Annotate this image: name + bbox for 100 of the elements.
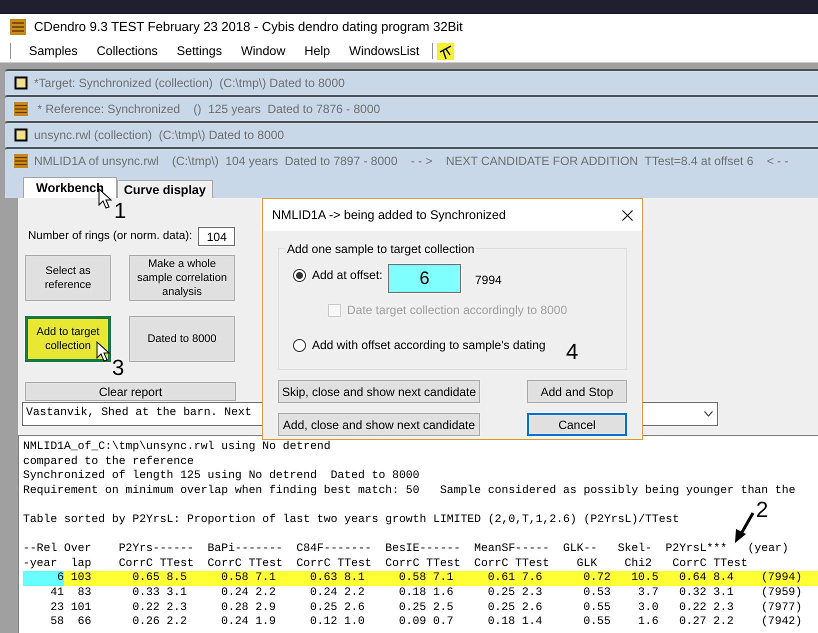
table-header: --Rel Over P2Yrs------ BaPi------- C84F------- BesIE------ MeanSF----- GLK-- Skel- P2YrsL*** (year): [23, 542, 790, 557]
table-cell-text: 83: [76, 586, 92, 601]
table-header: -year lap CorrC TTest CorrC TTest CorrC TTest CorrC TTest CorrC TTest GLK Chi2 CorrC TTest: [23, 556, 749, 572]
radio-label: Add at offset:: [312, 267, 382, 284]
table-cell-text: 0.24: [220, 615, 249, 630]
table-cell-text: 0.24: [220, 586, 249, 601]
table-cell-text: 2.2: [712, 615, 734, 630]
table-cell-text: 2.6: [343, 600, 365, 616]
table-cell-text: 0.33: [131, 586, 160, 601]
table-cell-text: 0.09: [398, 615, 426, 630]
table-cell-text: 0.25: [486, 586, 516, 601]
table-cell-text: 0.24: [309, 586, 338, 601]
table-cell-text: 0.61: [486, 571, 516, 586]
child-window-title: *Target: Synchronized (collection) (C:\tmp\) Dated to 8000: [34, 75, 345, 92]
table-cell-text: 7.1: [254, 571, 276, 586]
table-cell-text: 0.7: [432, 615, 454, 630]
table-cell-text: 2.5: [432, 600, 454, 616]
menu-item[interactable]: Samples: [23, 42, 84, 60]
table-cell-text: 0.12: [309, 615, 338, 630]
table-cell-text: (7942): [760, 615, 802, 630]
table-cell-text: 3.1: [712, 586, 734, 601]
annotation-number: 2: [756, 498, 768, 522]
table-cell-text: 0.18: [398, 586, 426, 601]
table-cell-text: 1.4: [520, 615, 542, 630]
table-cell-text: 1.9: [254, 615, 276, 630]
child-window-title: unsync.rwl (collection) (C:\tmp\) Dated to 8000: [34, 127, 284, 144]
annotation-number: 1: [114, 199, 126, 223]
clear-report-button[interactable]: Clear report: [25, 382, 236, 401]
table-row[interactable]: 23 101 0.22 2.3 0.28 2.9 0.25 2.6 0.25 2.5 0.25 2.6 0.55 3.0 0.22 2.3 (7977): [23, 600, 818, 616]
table-cell-text: 0.27: [678, 615, 706, 630]
dialog-button[interactable]: Add, close and show next candidate: [278, 413, 480, 436]
table-cell-text: 8.5: [165, 571, 187, 586]
table-cell-text: 0.28: [220, 600, 249, 616]
year-label: 7994: [475, 272, 502, 289]
table-cell-text: 8.4: [712, 571, 734, 586]
menu-item[interactable]: Window: [234, 42, 292, 60]
report-line: NMLID1A_of_C:\tmp\unsync.rwl using No detrend: [23, 440, 332, 455]
table-cell-text: 2.6: [520, 600, 542, 616]
table-cell-text: 66: [76, 615, 92, 630]
rings-field[interactable]: 104: [198, 227, 236, 246]
table-cell-text: 2.2: [254, 586, 276, 601]
annotation-number: 3: [112, 356, 124, 380]
collection-icon: [14, 128, 28, 142]
table-row[interactable]: 6 103 0.65 8.5 0.58 7.1 0.63 8.1 0.58 7.1 0.61 7.6 0.72 10.5 0.64 8.4 (7994): [23, 571, 818, 586]
table-cell-text: 0.53: [582, 586, 611, 601]
radio-button[interactable]: [293, 268, 306, 282]
table-cell: 6: [23, 571, 64, 586]
table-cell-text: 3.1: [165, 586, 187, 601]
table-cell-text: 2.2: [343, 586, 365, 601]
offset-field[interactable]: 6: [388, 264, 461, 293]
table-cell-text: 7.1: [432, 571, 454, 586]
radio-button[interactable]: [293, 338, 306, 352]
table-cell-text: 41: [49, 586, 64, 601]
report-line: Synchronized of length 125 using No detrend Dated to 8000: [23, 469, 420, 484]
dialog-button[interactable]: Cancel: [527, 413, 627, 436]
menu-item[interactable]: WindowsList: [343, 42, 426, 60]
table-cell-text: 0.58: [220, 571, 249, 586]
table-cell-text: 1.6: [637, 615, 659, 630]
tab[interactable]: Workbench: [23, 177, 117, 198]
table-cell-text: 0.72: [582, 571, 611, 586]
table-cell-text: 10.5: [630, 571, 659, 586]
action-button[interactable]: Add to target collection: [25, 316, 111, 362]
dropdown-caret-icon[interactable]: [704, 411, 713, 417]
menu-item[interactable]: Help: [298, 42, 336, 60]
table-cell-text: 2.3: [165, 600, 187, 616]
dialog-button[interactable]: Add and Stop: [527, 380, 627, 403]
table-cell-text: 23: [49, 600, 64, 616]
table-cell-text: 0.25: [486, 600, 516, 616]
close-icon[interactable]: [622, 210, 633, 220]
menu-item[interactable]: Collections: [90, 42, 164, 60]
action-button[interactable]: Select as reference: [25, 255, 111, 301]
table-row[interactable]: 41 83 0.33 3.1 0.24 2.2 0.24 2.2 0.18 1.6 0.25 2.3 0.53 3.7 0.32 3.1 (7959): [23, 586, 818, 601]
table-cell-text: 0.63: [309, 571, 338, 586]
table-cell-text: 3.7: [637, 586, 659, 601]
report-line: compared to the reference: [23, 454, 195, 470]
table-cell-text: (7977): [760, 600, 802, 616]
window-title: CDendro 9.3 TEST February 23 2018 - Cybis dendro dating program 32Bit: [34, 18, 463, 36]
collection-icon: [14, 76, 28, 90]
table-cell-text: (7959): [760, 586, 802, 601]
table-cell-text: 8.1: [343, 571, 365, 586]
table-cell-text: 2.9: [254, 600, 276, 616]
table-cell-text: 7.6: [520, 571, 542, 586]
dialog-button[interactable]: Skip, close and show next candidate: [278, 380, 480, 403]
table-cell-text: 2.3: [520, 586, 542, 601]
dialog-title: NMLID1A -> being added to Synchronized: [272, 206, 506, 224]
table-cell-text: 0.22: [678, 600, 706, 616]
table-cell-text: 2.3: [712, 600, 734, 616]
rings-label: Number of rings (or norm. data):: [28, 228, 192, 244]
table-cell-text: 0.22: [131, 600, 160, 616]
table-cell-text: 1.6: [432, 586, 454, 601]
tab[interactable]: Curve display: [116, 180, 213, 198]
checkbox-label: Date target collection accordingly to 8000: [347, 302, 568, 319]
table-cell-text: 0.64: [678, 571, 706, 586]
table-cell-text: 58: [49, 615, 64, 630]
menu-item[interactable]: Settings: [170, 42, 228, 60]
action-button[interactable]: Dated to 8000: [129, 316, 235, 362]
table-cell-text: 3.0: [637, 600, 659, 616]
action-button[interactable]: Make a whole sample correlation analysis: [129, 255, 235, 301]
table-cell-text: 0.25: [309, 600, 338, 616]
table-row[interactable]: 58 66 0.26 2.2 0.24 1.9 0.12 1.0 0.09 0.7 0.18 1.4 0.55 1.6 0.27 2.2 (7942): [23, 615, 818, 630]
